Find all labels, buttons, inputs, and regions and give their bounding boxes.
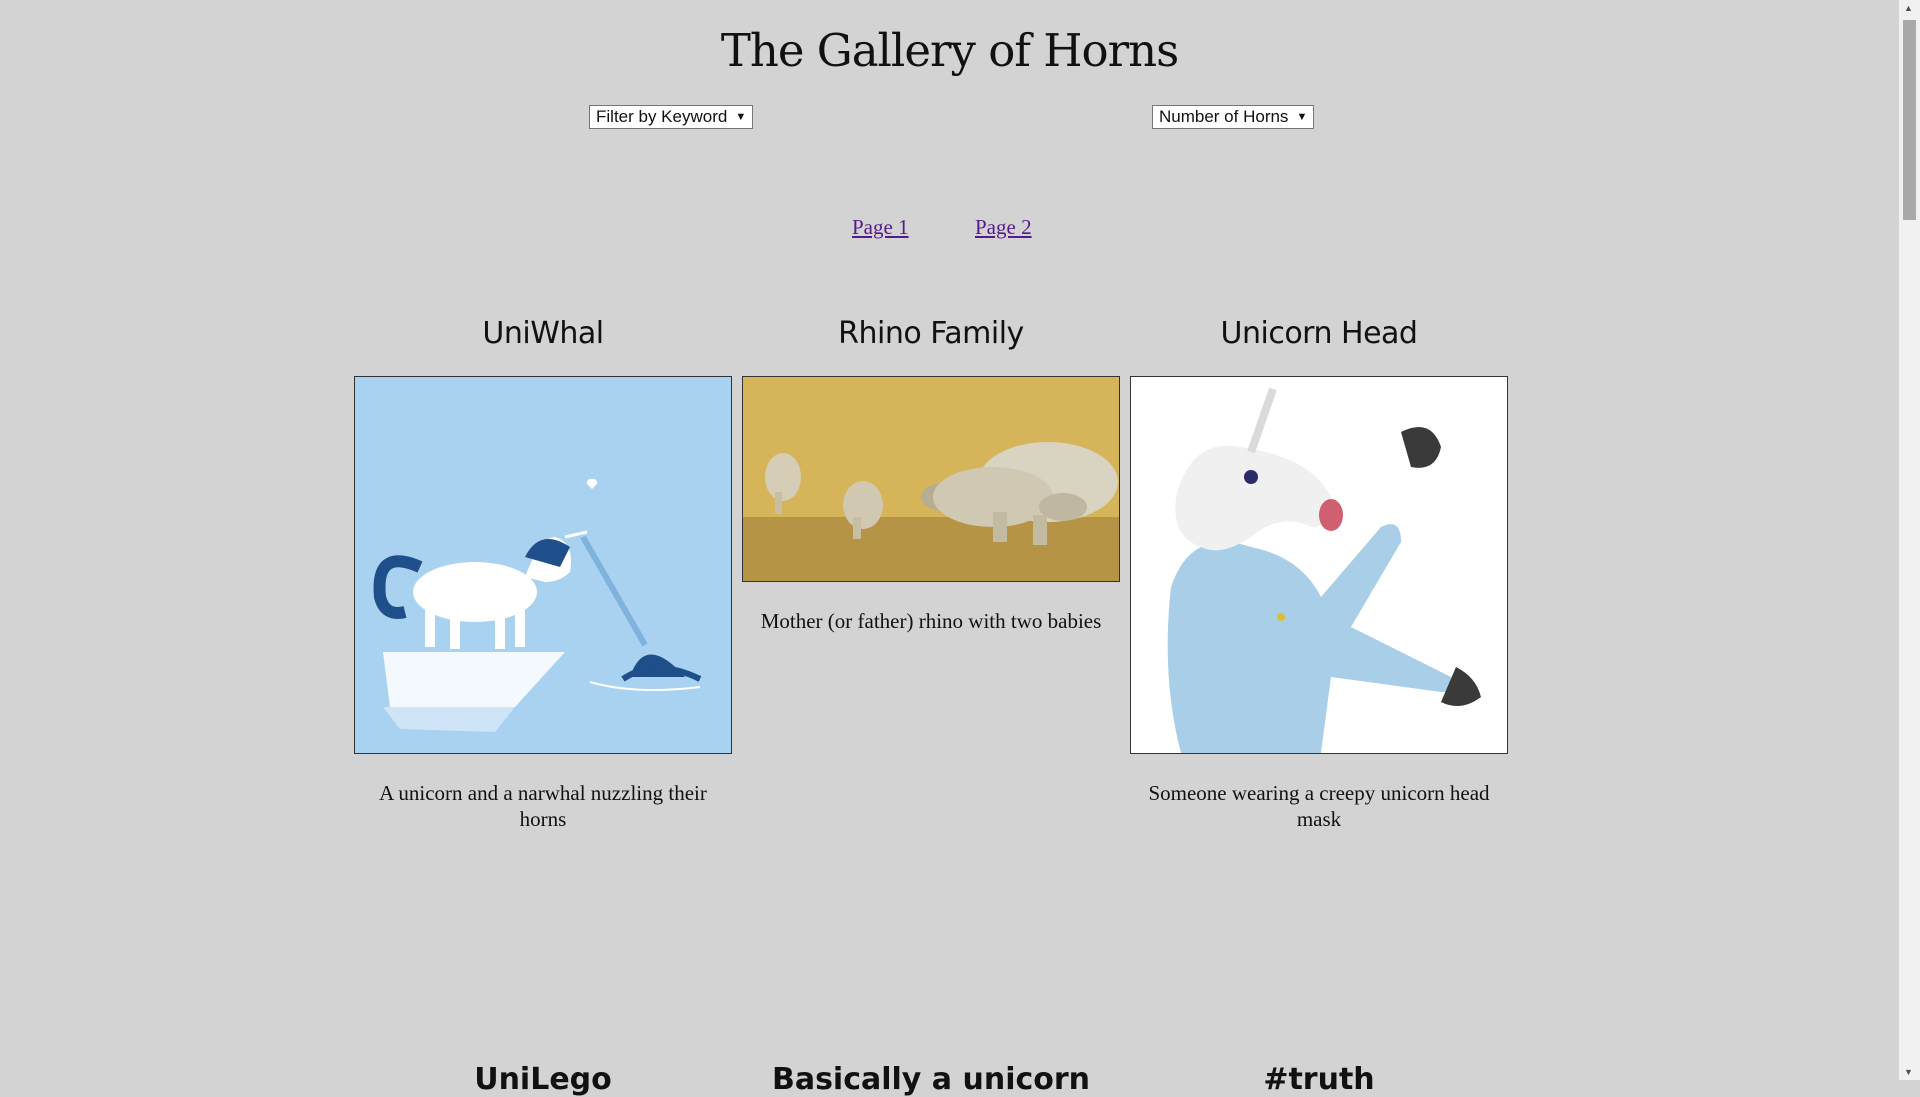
vertical-scrollbar[interactable]: ▲ ▼ — [1899, 0, 1920, 1080]
card-title: Rhino Family — [838, 316, 1024, 351]
gallery-card-rhino-family: Rhino Family Mother (or father) rhino wi… — [742, 316, 1120, 634]
horns-filter-label: Number of Horns — [1159, 107, 1289, 126]
page-title: The Gallery of Horns — [720, 24, 1179, 77]
card-description: Someone wearing a creepy unicorn head ma… — [1148, 781, 1490, 831]
gallery-page: The Gallery of Horns Filter by Keyword ▼… — [0, 0, 1899, 1097]
uniwhal-image — [354, 376, 732, 754]
horns-filter-select[interactable]: Number of Horns ▼ — [1152, 105, 1315, 129]
scroll-down-icon[interactable]: ▼ — [1904, 1067, 1913, 1077]
keyword-filter-label: Filter by Keyword — [596, 107, 728, 126]
dropdown-arrow-icon: ▼ — [1296, 111, 1308, 123]
scroll-up-icon[interactable]: ▲ — [1904, 3, 1913, 13]
dropdown-arrow-icon: ▼ — [735, 111, 747, 123]
page-2-link[interactable]: Page 2 — [975, 215, 1032, 240]
page-1-link[interactable]: Page 1 — [852, 215, 909, 240]
card-title: Unicorn Head — [1220, 316, 1418, 351]
card-description: A unicorn and a narwhal nuzzling their h… — [379, 781, 707, 831]
unicorn-head-image — [1130, 376, 1508, 754]
card-description: Mother (or father) rhino with two babies — [760, 609, 1102, 633]
card-title: UniWhal — [482, 316, 604, 351]
gallery-card-unicorn-head: Unicorn Head Someone wearing a creepy un… — [1130, 316, 1508, 832]
keyword-filter-select[interactable]: Filter by Keyword ▼ — [589, 105, 754, 129]
gallery-card-uniwhal: UniWhal A unicorn and a narwhal nuzzling… — [354, 316, 732, 832]
rhino-family-image — [742, 376, 1120, 582]
scrollbar-thumb[interactable] — [1903, 20, 1916, 220]
